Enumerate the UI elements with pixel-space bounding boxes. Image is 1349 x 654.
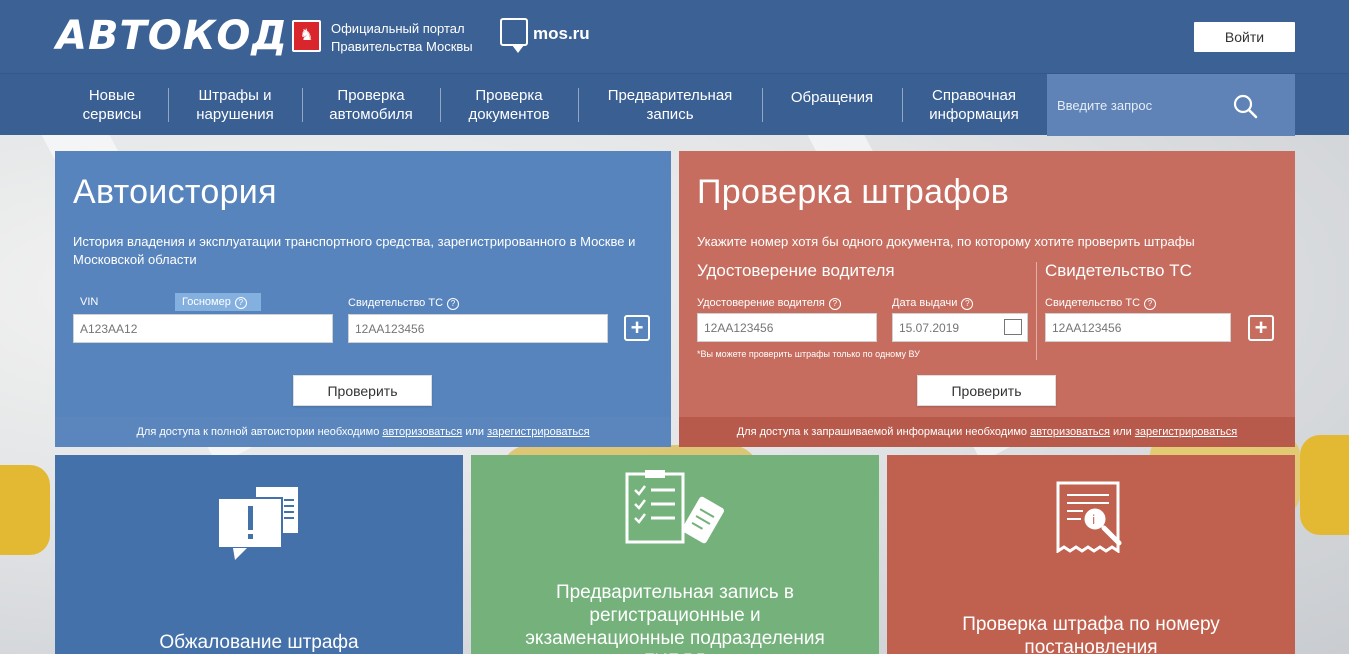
plus-icon: + xyxy=(630,315,644,340)
autohistory-footer: Для доступа к полной автоистории необход… xyxy=(55,417,671,447)
tile-fine-by-number-label: Проверка штрафа по номеру постановления xyxy=(962,614,1220,654)
tile-fine-by-number[interactable]: i Проверка штрафа по номеру постановлени… xyxy=(887,455,1295,654)
fines-footer: Для доступа к запрашиваемой информации н… xyxy=(679,417,1295,447)
mos-link[interactable]: mos.ru xyxy=(533,24,590,44)
svid-label: Свидетельство ТС? xyxy=(348,297,460,310)
issue-date-label-text: Дата выдачи xyxy=(892,297,958,309)
nav-item-appeals[interactable]: Обращения xyxy=(770,74,894,136)
svid-label-text: Свидетельство ТС xyxy=(1045,297,1141,309)
receipt-search-icon: i xyxy=(1056,481,1122,553)
driver-license-label-text: Удостоверение водителя xyxy=(697,297,825,309)
plus-icon: + xyxy=(1254,315,1268,340)
driver-license-heading: Удостоверение водителя xyxy=(697,261,895,280)
footer-text: Для доступа к запрашиваемой информации н… xyxy=(736,426,1028,438)
tile-fine-appeal[interactable]: Обжалование штрафа xyxy=(55,455,463,654)
autohistory-title: Автоистория xyxy=(73,173,277,211)
driver-license-input[interactable] xyxy=(697,313,877,342)
help-icon[interactable]: ? xyxy=(828,298,841,310)
add-field-button[interactable]: + xyxy=(624,315,650,341)
svid-input[interactable] xyxy=(348,314,608,343)
footer-or: или xyxy=(1113,426,1132,438)
add-field-button[interactable]: + xyxy=(1248,315,1274,341)
svid-label: Свидетельство ТС? xyxy=(1045,297,1157,310)
calendar-icon[interactable] xyxy=(1004,319,1022,335)
svid-label-text: Свидетельство ТС xyxy=(348,297,444,309)
autohistory-check-button[interactable]: Проверить xyxy=(293,375,432,406)
fines-description: Укажите номер хотя бы одного документа, … xyxy=(697,234,1195,249)
gosnomer-label: Госномер xyxy=(182,296,231,308)
issue-date-label: Дата выдачи? xyxy=(892,297,974,310)
tile-appointment[interactable]: Предварительная запись в регистрационные… xyxy=(471,455,879,654)
moscow-emblem-icon: ♞ xyxy=(292,20,321,52)
autohistory-description: История владения и эксплуатации транспор… xyxy=(73,234,636,267)
search-input[interactable] xyxy=(1057,94,1237,116)
top-bar: АВТОКОД ♞ Официальный портал Правительст… xyxy=(0,0,1349,73)
vin-label[interactable]: VIN xyxy=(80,296,98,308)
footer-or: или xyxy=(465,426,485,438)
nav-item-fines[interactable]: Штрафы и нарушения xyxy=(176,74,294,136)
nav-item-reference[interactable]: Справочная информация xyxy=(910,74,1038,136)
autohistory-panel: Автоистория История владения и эксплуата… xyxy=(55,151,671,447)
tile-appointment-label: Предварительная запись в регистрационные… xyxy=(525,582,825,654)
login-link[interactable]: авторизоваться xyxy=(382,426,462,438)
background-car xyxy=(1300,435,1349,535)
login-button[interactable]: Войти xyxy=(1194,22,1295,52)
gosnomer-tab[interactable]: Госномер? xyxy=(175,293,261,311)
login-link[interactable]: авторизоваться xyxy=(1030,426,1110,438)
nav-item-appointment[interactable]: Предварительная запись xyxy=(586,74,754,136)
gosnomer-input[interactable] xyxy=(73,314,333,343)
nav-item-new-services[interactable]: Новые сервисы xyxy=(62,74,162,136)
help-icon[interactable]: ? xyxy=(961,298,974,310)
checklist-icon xyxy=(625,470,725,544)
help-icon[interactable]: ? xyxy=(1144,298,1157,310)
portal-caption-line1: Официальный портал xyxy=(331,21,465,36)
register-link[interactable]: зарегистрироваться xyxy=(487,426,589,438)
nav-item-vehicle-check[interactable]: Проверка автомобиля xyxy=(310,74,432,136)
issue-date-wrapper xyxy=(892,313,1028,342)
help-icon[interactable]: ? xyxy=(234,297,247,309)
footer-text: Для доступа к полной автоистории необход… xyxy=(136,426,380,438)
portal-caption-line2: Правительства Москвы xyxy=(331,39,473,54)
complaint-icon xyxy=(217,487,298,560)
fines-panel: Проверка штрафов Укажите номер хотя бы о… xyxy=(679,151,1295,447)
driver-license-label: Удостоверение водителя? xyxy=(697,297,841,310)
mos-chat-icon[interactable] xyxy=(500,18,528,53)
help-icon[interactable]: ? xyxy=(447,298,460,310)
fines-check-button[interactable]: Проверить xyxy=(917,375,1056,406)
search-icon[interactable] xyxy=(1233,94,1259,120)
tile-fine-appeal-label: Обжалование штрафа xyxy=(159,632,359,653)
fines-svid-input[interactable] xyxy=(1045,313,1231,342)
nav-item-documents-check[interactable]: Проверка документов xyxy=(448,74,570,136)
main-nav: Новые сервисы Штрафы и нарушения Проверк… xyxy=(0,73,1349,136)
fines-note: *Вы можете проверить штрафы только по од… xyxy=(697,349,920,359)
svg-text:i: i xyxy=(1092,513,1095,527)
autokod-logo[interactable]: АВТОКОД xyxy=(56,14,288,58)
fines-title: Проверка штрафов xyxy=(697,173,1010,211)
register-link[interactable]: зарегистрироваться xyxy=(1135,426,1237,438)
svid-heading: Свидетельство ТС xyxy=(1045,261,1192,280)
background-car xyxy=(0,465,50,555)
portal-caption: Официальный портал Правительства Москвы xyxy=(331,20,473,56)
